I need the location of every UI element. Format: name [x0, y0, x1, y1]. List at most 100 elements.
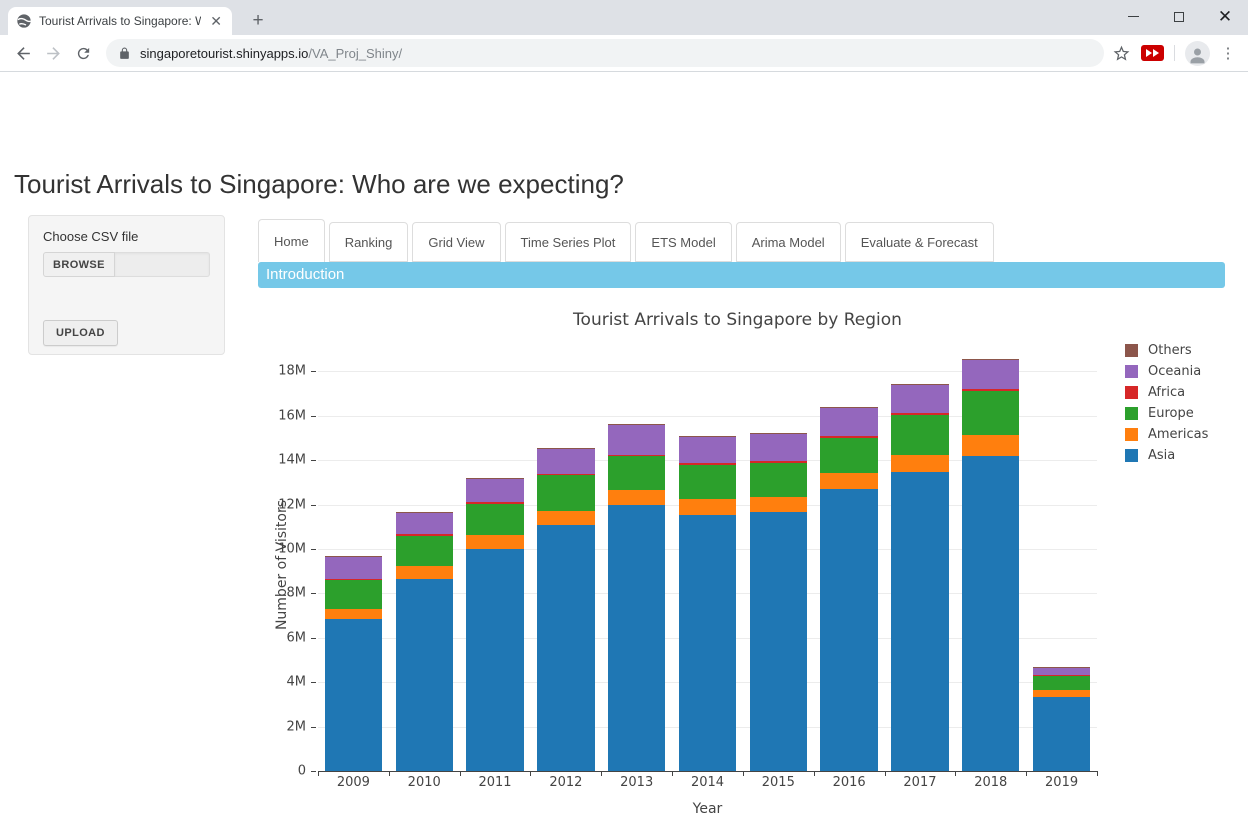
tab-time-series-plot[interactable]: Time Series Plot: [505, 222, 632, 262]
legend-item-asia[interactable]: Asia: [1125, 448, 1208, 463]
bar-segment-americas-2014[interactable]: [679, 499, 736, 514]
bar-segment-others-2013[interactable]: [608, 424, 665, 425]
bar-segment-europe-2019[interactable]: [1033, 676, 1090, 690]
bar-segment-oceania-2012[interactable]: [537, 448, 594, 474]
bar-segment-americas-2010[interactable]: [396, 566, 453, 579]
upload-button[interactable]: UPLOAD: [43, 320, 118, 346]
y-tick-label: 16M: [278, 408, 306, 423]
tab-ets-model[interactable]: ETS Model: [635, 222, 731, 262]
tab-home[interactable]: Home: [258, 219, 325, 262]
x-tick-label: 2016: [833, 775, 866, 790]
bar-segment-oceania-2018[interactable]: [962, 360, 1019, 388]
bar-segment-americas-2017[interactable]: [891, 455, 948, 472]
bar-segment-oceania-2016[interactable]: [820, 407, 877, 435]
bar-segment-europe-2015[interactable]: [750, 463, 807, 497]
bar-segment-asia-2009[interactable]: [325, 619, 382, 771]
bar-segment-oceania-2009[interactable]: [325, 557, 382, 579]
bar-segment-oceania-2015[interactable]: [750, 433, 807, 461]
bar-segment-asia-2016[interactable]: [820, 489, 877, 771]
tab-ranking[interactable]: Ranking: [329, 222, 409, 262]
bar-segment-asia-2012[interactable]: [537, 525, 594, 771]
bar-segment-asia-2018[interactable]: [962, 456, 1019, 771]
bar-segment-americas-2013[interactable]: [608, 490, 665, 504]
refresh-button[interactable]: [68, 38, 98, 68]
tab-arima-model[interactable]: Arima Model: [736, 222, 841, 262]
x-tick-label: 2015: [762, 775, 795, 790]
x-axis-title: Year: [318, 801, 1097, 817]
bar-segment-americas-2011[interactable]: [466, 535, 523, 549]
y-tick-label: 2M: [287, 719, 307, 734]
bar-segment-europe-2017[interactable]: [891, 415, 948, 455]
bar-segment-africa-2013[interactable]: [608, 455, 665, 457]
bar-segment-europe-2010[interactable]: [396, 536, 453, 567]
bar-segment-oceania-2017[interactable]: [891, 385, 948, 413]
browser-tab[interactable]: Tourist Arrivals to Singapore: Wh ✕: [8, 7, 232, 35]
app-tab-bar: HomeRankingGrid ViewTime Series PlotETS …: [258, 219, 1225, 262]
profile-avatar-icon[interactable]: [1185, 41, 1210, 66]
back-button[interactable]: [8, 38, 38, 68]
bar-segment-europe-2018[interactable]: [962, 391, 1019, 434]
bar-segment-africa-2012[interactable]: [537, 474, 594, 476]
legend-item-africa[interactable]: Africa: [1125, 385, 1208, 400]
bar-segment-asia-2011[interactable]: [466, 549, 523, 771]
bar-segment-oceania-2019[interactable]: [1033, 667, 1090, 675]
maximize-button[interactable]: [1156, 0, 1202, 33]
bar-segment-americas-2015[interactable]: [750, 497, 807, 512]
bar-segment-africa-2017[interactable]: [891, 413, 948, 415]
bar-segment-americas-2012[interactable]: [537, 511, 594, 524]
bar-segment-americas-2016[interactable]: [820, 473, 877, 489]
legend-item-europe[interactable]: Europe: [1125, 406, 1208, 421]
tab-grid-view[interactable]: Grid View: [412, 222, 500, 262]
bar-segment-africa-2011[interactable]: [466, 502, 523, 503]
bar-segment-africa-2016[interactable]: [820, 436, 877, 438]
file-name-field[interactable]: [115, 252, 210, 277]
bar-segment-oceania-2014[interactable]: [679, 436, 736, 463]
close-window-button[interactable]: ✕: [1202, 0, 1248, 33]
minimize-button[interactable]: [1110, 0, 1156, 33]
bar-segment-europe-2016[interactable]: [820, 438, 877, 474]
bar-segment-americas-2019[interactable]: [1033, 690, 1090, 696]
y-tick-mark: [311, 771, 316, 772]
url-bar[interactable]: singaporetourist.shinyapps.io/VA_Proj_Sh…: [106, 39, 1104, 67]
bar-segment-americas-2009[interactable]: [325, 609, 382, 619]
plot-area: 02M4M6M8M10M12M14M16M18M: [318, 358, 1097, 771]
bar-segment-europe-2009[interactable]: [325, 580, 382, 609]
x-tick-mark: [389, 771, 390, 776]
bar-segment-asia-2015[interactable]: [750, 512, 807, 771]
legend-item-others[interactable]: Others: [1125, 343, 1208, 358]
tab-close-icon[interactable]: ✕: [208, 14, 224, 28]
bar-segment-africa-2010[interactable]: [396, 534, 453, 535]
new-tab-button[interactable]: +: [244, 7, 272, 35]
legend-item-oceania[interactable]: Oceania: [1125, 364, 1208, 379]
bar-segment-asia-2013[interactable]: [608, 505, 665, 771]
tab-evaluate-forecast[interactable]: Evaluate & Forecast: [845, 222, 994, 262]
bar-segment-oceania-2010[interactable]: [396, 512, 453, 534]
browse-button[interactable]: BROWSE: [43, 252, 115, 277]
bar-segment-americas-2018[interactable]: [962, 435, 1019, 456]
x-tick-mark: [530, 771, 531, 776]
bar-segment-asia-2010[interactable]: [396, 579, 453, 771]
menu-kebab-icon[interactable]: ⋮: [1220, 51, 1236, 56]
legend-item-americas[interactable]: Americas: [1125, 427, 1208, 442]
bar-segment-asia-2019[interactable]: [1033, 697, 1090, 771]
bar-segment-europe-2012[interactable]: [537, 475, 594, 511]
bar-segment-africa-2018[interactable]: [962, 389, 1019, 392]
bar-segment-others-2018[interactable]: [962, 359, 1019, 360]
bar-segment-oceania-2013[interactable]: [608, 425, 665, 455]
bar-segment-europe-2013[interactable]: [608, 456, 665, 490]
extension-icon[interactable]: [1141, 45, 1164, 61]
bookmark-star-icon[interactable]: [1112, 44, 1131, 63]
bar-segment-africa-2014[interactable]: [679, 463, 736, 465]
bar-segment-asia-2014[interactable]: [679, 515, 736, 771]
bar-segment-europe-2011[interactable]: [466, 504, 523, 536]
bar-segment-europe-2014[interactable]: [679, 465, 736, 500]
x-tick-label: 2018: [974, 775, 1007, 790]
bar-segment-africa-2015[interactable]: [750, 461, 807, 463]
bar-segment-oceania-2011[interactable]: [466, 478, 523, 502]
bar-segment-others-2017[interactable]: [891, 384, 948, 385]
bar-segment-others-2009[interactable]: [325, 556, 382, 557]
bar-segment-asia-2017[interactable]: [891, 472, 948, 771]
bar-segment-africa-2009[interactable]: [325, 579, 382, 580]
bar-segment-africa-2019[interactable]: [1033, 675, 1090, 676]
forward-button[interactable]: [38, 38, 68, 68]
